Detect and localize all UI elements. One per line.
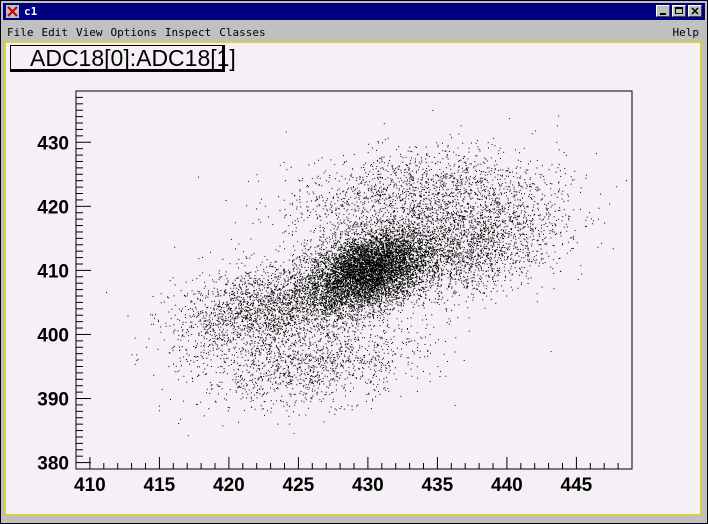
x-tick-label: 435	[422, 475, 454, 496]
scatter-point-cloud	[106, 109, 627, 437]
y-tick-label: 400	[37, 325, 69, 346]
y-tick-label: 380	[37, 454, 69, 475]
y-tick-label: 410	[37, 261, 69, 282]
x-tick-label: 420	[213, 475, 245, 496]
y-tick-label: 390	[37, 390, 69, 411]
x-tick-label: 410	[74, 475, 106, 496]
y-tick-label: 420	[37, 197, 69, 218]
x-tick-label: 425	[283, 475, 315, 496]
x-tick-label: 440	[491, 475, 523, 496]
x-tick-label: 430	[352, 475, 384, 496]
scatter-points	[106, 109, 627, 437]
x-tick-label: 415	[144, 475, 176, 496]
x-tick-label: 445	[561, 475, 593, 496]
plot-frame	[75, 90, 633, 470]
y-tick-label: 430	[37, 133, 69, 154]
scatter-plot: 410 415 420 425 430 435 440 445 380 390 400 410 420 4…	[37, 90, 633, 496]
